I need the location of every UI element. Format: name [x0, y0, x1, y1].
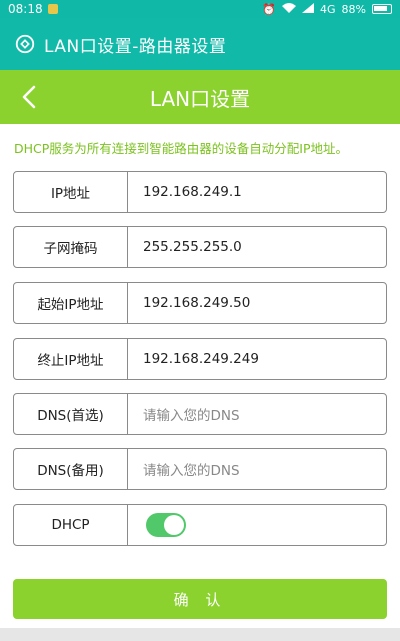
dns-primary-row: DNS(首选) 请输入您的DNS [13, 393, 387, 435]
ip-address-row: IP地址 192.168.249.1 [13, 171, 387, 213]
battery-icon [372, 4, 392, 14]
page-header: LAN口设置 [0, 70, 400, 124]
wifi-icon [282, 2, 297, 16]
dhcp-toggle-cell [128, 505, 386, 545]
back-button[interactable] [14, 82, 44, 112]
start-ip-row: 起始IP地址 192.168.249.50 [13, 282, 387, 324]
alarm-icon: ⏰ [262, 2, 277, 16]
app-bar: LAN口设置-路由器设置 [0, 18, 400, 70]
dns-secondary-input[interactable]: 请输入您的DNS [128, 449, 386, 489]
dhcp-label: DHCP [14, 505, 128, 545]
dns-secondary-row: DNS(备用) 请输入您的DNS [13, 448, 387, 490]
chevron-left-icon [22, 85, 36, 109]
bottom-bar [0, 628, 400, 641]
dns-primary-label: DNS(首选) [14, 394, 128, 434]
notification-icon [47, 4, 58, 14]
status-time: 08:18 [8, 2, 43, 16]
signal-icon [302, 2, 315, 16]
subnet-mask-input[interactable]: 255.255.255.0 [128, 227, 386, 267]
network-type: 4G [320, 2, 336, 16]
router-logo-icon [15, 34, 35, 54]
page-title: LAN口设置 [149, 86, 251, 111]
start-ip-label: 起始IP地址 [14, 283, 128, 323]
dns-primary-input[interactable]: 请输入您的DNS [128, 394, 386, 434]
confirm-button[interactable]: 确 认 [13, 579, 387, 619]
dhcp-row: DHCP [13, 504, 387, 546]
dhcp-notice: DHCP服务为所有连接到智能路由器的设备自动分配IP地址。 [14, 141, 349, 156]
ip-address-input[interactable]: 192.168.249.1 [128, 172, 386, 212]
ip-address-label: IP地址 [14, 172, 128, 212]
end-ip-row: 终止IP地址 192.168.249.249 [13, 338, 387, 380]
subnet-mask-row: 子网掩码 255.255.255.0 [13, 226, 387, 268]
dns-secondary-label: DNS(备用) [14, 449, 128, 489]
toggle-knob [164, 515, 184, 535]
start-ip-input[interactable]: 192.168.249.50 [128, 283, 386, 323]
app-title: LAN口设置-路由器设置 [44, 36, 227, 57]
battery-percent: 88% [341, 2, 366, 16]
end-ip-input[interactable]: 192.168.249.249 [128, 339, 386, 379]
dhcp-toggle[interactable] [146, 513, 186, 537]
status-bar: 08:18 ⏰ 4G 88% [0, 0, 400, 18]
subnet-mask-label: 子网掩码 [14, 227, 128, 267]
end-ip-label: 终止IP地址 [14, 339, 128, 379]
